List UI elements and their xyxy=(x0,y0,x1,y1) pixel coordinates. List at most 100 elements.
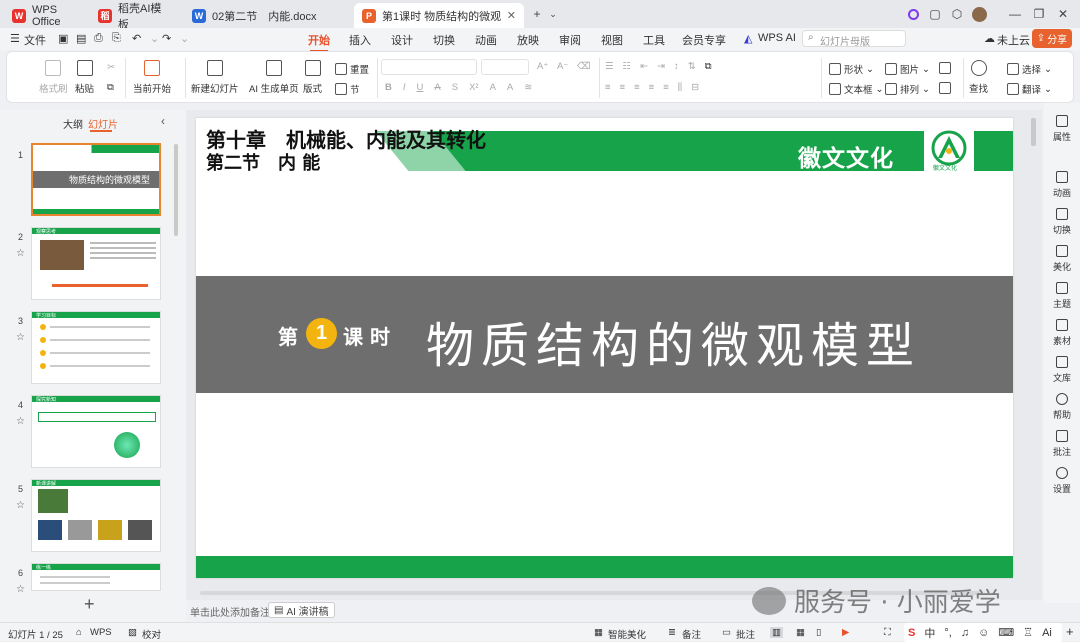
more-dropdown-icon[interactable]: ⌄ xyxy=(180,32,189,45)
reading-view-icon[interactable]: ▯ xyxy=(816,627,821,638)
star-icon[interactable]: ☆ xyxy=(16,248,25,259)
skin-icon[interactable]: ♖ xyxy=(1023,626,1033,639)
proof-status[interactable]: 校对 xyxy=(142,627,161,641)
hamburger-icon[interactable]: ☰ xyxy=(10,32,20,45)
font-grow-icon[interactable]: A⁺ xyxy=(537,61,548,72)
indent-icon[interactable]: ⇥ xyxy=(657,61,665,72)
sogou-icon[interactable]: S xyxy=(908,627,915,639)
transition-button[interactable]: 切换 xyxy=(1044,208,1080,236)
align-left-icon[interactable]: ≡ xyxy=(605,82,611,93)
bullet-list-icon[interactable]: ☰ xyxy=(605,61,614,72)
tab-ppt-doc[interactable]: P 第1课时 物质结构的微观模型 ✕ xyxy=(354,3,524,28)
tab-docer[interactable]: 稻 稻壳AI模板 xyxy=(90,3,180,31)
star-icon[interactable]: ☆ xyxy=(16,416,25,427)
section-button[interactable]: 节 xyxy=(335,82,360,96)
menu-design[interactable]: 设计 xyxy=(391,32,413,48)
zoom-in-icon[interactable]: + xyxy=(1066,624,1074,639)
cloud-status[interactable]: 未上云 xyxy=(997,32,1030,48)
clear-format-icon[interactable]: ⌫ xyxy=(577,61,590,72)
punctuation-icon[interactable]: °, xyxy=(944,627,951,639)
numbered-list-icon[interactable]: ☷ xyxy=(623,61,632,72)
print-preview-icon[interactable]: ⎘ xyxy=(112,32,121,45)
file-menu[interactable]: 文件 xyxy=(24,32,46,48)
close-tab-icon[interactable]: ✕ xyxy=(507,9,516,22)
distribute-icon[interactable]: ≡ xyxy=(663,82,669,93)
undo-icon[interactable]: ↶ xyxy=(132,32,141,45)
beautify-button[interactable]: 美化 xyxy=(1044,245,1080,273)
minimize-icon[interactable]: — xyxy=(1006,6,1024,22)
shadow-icon[interactable]: S xyxy=(452,82,458,93)
fit-window-icon[interactable]: ⛶ xyxy=(884,627,891,638)
panel-scrollbar[interactable] xyxy=(174,144,178,236)
star-icon[interactable]: ☆ xyxy=(16,584,25,595)
collapse-panel-icon[interactable]: ‹ xyxy=(161,114,165,128)
outdent-icon[interactable]: ⇤ xyxy=(640,61,648,72)
tab-list-chevron-icon[interactable]: ⌄ xyxy=(544,6,562,22)
notes-toggle[interactable]: 备注 xyxy=(682,627,701,641)
new-slide-button[interactable]: 新建幻灯片 xyxy=(191,60,239,95)
ai-speech-button[interactable]: ▤ AI 演讲稿 xyxy=(268,602,335,618)
underline-icon[interactable]: U xyxy=(417,82,424,93)
comments-toggle[interactable]: 批注 xyxy=(736,627,755,641)
slide-thumb-4[interactable]: 探究新知 xyxy=(31,395,161,468)
menu-view[interactable]: 视图 xyxy=(601,32,623,48)
align-center-icon[interactable]: ≡ xyxy=(620,82,626,93)
settings-button[interactable]: 设置 xyxy=(1044,467,1080,495)
tab-slides[interactable]: 幻灯片 xyxy=(88,116,118,131)
share-button[interactable]: ⇪ 分享 xyxy=(1032,29,1072,48)
columns-icon[interactable]: ⫼ xyxy=(678,82,682,93)
ai-slide-button[interactable]: AI 生成单页 xyxy=(249,60,299,95)
menu-vip[interactable]: 会员专享 xyxy=(682,32,726,48)
bold-icon[interactable]: B xyxy=(385,82,392,93)
menu-slideshow[interactable]: 放映 xyxy=(517,32,539,48)
find-button[interactable]: 查找 xyxy=(969,60,988,95)
font-size-select[interactable] xyxy=(481,59,529,75)
canvas-scrollbar[interactable] xyxy=(1031,118,1036,146)
italic-icon[interactable]: I xyxy=(403,82,406,93)
window-mode-icon[interactable]: ▢ xyxy=(926,6,944,22)
play-slideshow-icon[interactable]: ▶ xyxy=(842,627,849,638)
font-family-select[interactable] xyxy=(381,59,477,75)
slide-thumb-6[interactable]: 练一练 xyxy=(31,563,161,591)
char-spacing-icon[interactable]: ≋ xyxy=(524,82,532,93)
group-icon[interactable] xyxy=(939,82,951,94)
from-current-button[interactable]: 当前开始 xyxy=(133,60,171,95)
cut-icon[interactable]: ✂ xyxy=(107,62,115,73)
slide-count[interactable]: 幻灯片 1 / 25 xyxy=(8,627,63,641)
slide-canvas[interactable]: 第十章 机械能、内能及其转化 第二节 内 能 徽文文化 徽文文化 第 1 课 时… xyxy=(196,118,1013,578)
textbox-button[interactable]: 文本框 ⌄ xyxy=(829,82,883,96)
comment-button[interactable]: 批注 xyxy=(1044,430,1080,458)
superscript-icon[interactable]: X² xyxy=(469,82,479,93)
strikethrough-icon[interactable]: A xyxy=(434,82,440,93)
align-right-icon[interactable]: ≡ xyxy=(634,82,640,93)
line-spacing-icon[interactable]: ↕ xyxy=(674,61,679,72)
undo-dropdown-icon[interactable]: ⌄ xyxy=(150,32,159,45)
theme-button[interactable]: 主题 xyxy=(1044,282,1080,310)
save-icon[interactable]: ▣ xyxy=(58,32,68,45)
redo-icon[interactable]: ↷ xyxy=(162,32,171,45)
smart-beautify[interactable]: 智能美化 xyxy=(608,627,646,641)
close-window-icon[interactable]: ✕ xyxy=(1054,6,1072,22)
tab-wps-office[interactable]: W WPS Office xyxy=(4,3,84,28)
restore-icon[interactable]: ❐ xyxy=(1030,6,1048,22)
justify-icon[interactable]: ≡ xyxy=(649,82,655,93)
menu-insert[interactable]: 插入 xyxy=(349,32,371,48)
vertical-align-icon[interactable]: ⊟ xyxy=(691,82,699,93)
normal-view-icon[interactable]: ▥ xyxy=(770,627,783,638)
animation-button[interactable]: 动画 xyxy=(1044,171,1080,199)
menu-transition[interactable]: 切换 xyxy=(433,32,455,48)
cube-icon[interactable]: ⬡ xyxy=(948,6,966,22)
tab-outline[interactable]: 大纲 xyxy=(63,116,83,131)
properties-button[interactable]: 属性 xyxy=(1044,115,1080,143)
layout-button[interactable]: 版式 xyxy=(303,60,322,95)
help-button[interactable]: 帮助 xyxy=(1044,393,1080,421)
star-icon[interactable]: ☆ xyxy=(16,332,25,343)
copy-icon[interactable]: ⧉ xyxy=(107,82,114,93)
color-wheel-icon[interactable] xyxy=(904,6,922,22)
slide-thumb-3[interactable]: 学习目标 xyxy=(31,311,161,384)
add-slide-icon[interactable]: + xyxy=(84,594,95,615)
search-box[interactable]: ⌕ 幻灯片母版 xyxy=(802,30,906,48)
image-button[interactable]: 图片 ⌄ xyxy=(885,62,930,76)
format-painter-button[interactable]: 格式刷 xyxy=(39,60,68,95)
library-button[interactable]: 文库 xyxy=(1044,356,1080,384)
